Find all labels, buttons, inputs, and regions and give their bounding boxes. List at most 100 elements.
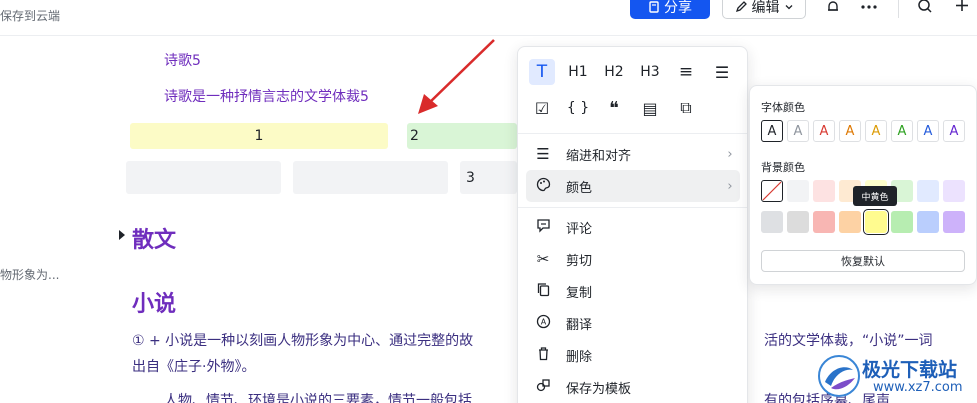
novel-paragraph-1a[interactable]: ① + 小说是一种以刻画人物形象为中心、通过完整的故: [132, 330, 473, 350]
edit-mode-button[interactable]: 编辑: [722, 0, 806, 19]
font-color-swatch[interactable]: A: [813, 120, 835, 142]
heading-novel[interactable]: 小说: [132, 286, 176, 318]
no-background-swatch[interactable]: [761, 180, 783, 202]
background-color-swatch[interactable]: [943, 180, 965, 202]
palette-icon: [526, 177, 560, 196]
format-quote-button[interactable]: ❝: [601, 95, 627, 121]
menu-item-save-template[interactable]: 保存为模板: [526, 371, 740, 403]
share-button[interactable]: 分享: [630, 0, 710, 19]
collapse-triangle-icon[interactable]: [118, 230, 126, 240]
font-color-swatch[interactable]: A: [787, 120, 809, 142]
menu-item-label: 保存为模板: [566, 381, 632, 397]
background-color-title: 背景颜色: [761, 161, 805, 174]
table-cell[interactable]: 1: [130, 123, 388, 149]
top-bar: 保存到云端 分享 编辑: [0, 0, 977, 36]
novel-paragraph-2[interactable]: 出自《庄子·外物》。: [132, 356, 255, 376]
menu-item-delete[interactable]: 删除: [526, 339, 740, 371]
table-cell[interactable]: [126, 161, 281, 194]
background-color-swatch[interactable]: [943, 211, 965, 233]
background-color-swatch[interactable]: [863, 209, 889, 235]
bullet-list-icon: ☰: [714, 62, 730, 82]
callout-icon: ▤: [642, 98, 658, 118]
template-icon: [526, 378, 560, 397]
menu-item-translate[interactable]: A 翻译: [526, 307, 740, 339]
menu-item-label: 复制: [566, 285, 593, 301]
reset-color-button[interactable]: 恢复默认: [761, 250, 965, 272]
share-label: 分享: [664, 0, 692, 16]
watermark-url: www.xz7.com: [873, 380, 963, 395]
font-color-swatch[interactable]: A: [839, 120, 861, 142]
bell-icon[interactable]: [822, 0, 844, 18]
table-cell[interactable]: 3: [460, 161, 517, 194]
scissors-icon: ✂: [536, 250, 550, 268]
format-todo-button[interactable]: ☑: [529, 95, 555, 121]
background-color-swatch[interactable]: [787, 180, 809, 202]
format-code-button[interactable]: { }: [565, 95, 591, 121]
menu-divider: [518, 133, 747, 134]
checkbox-icon: ☑: [534, 98, 550, 118]
h1-icon: H1: [568, 64, 588, 80]
format-ordered-list-button[interactable]: ≡: [673, 59, 699, 85]
format-h3-button[interactable]: H3: [637, 59, 663, 85]
h2-icon: H2: [604, 64, 624, 80]
font-color-swatch[interactable]: A: [891, 120, 913, 142]
background-color-swatch[interactable]: [813, 180, 835, 202]
novel-paragraph-3a[interactable]: 人物、情节、环境是小说的三要素，情节一般包括: [164, 390, 472, 403]
site-watermark: 极光下载站 www.xz7.com: [815, 352, 975, 400]
block-context-menu: T H1 H2 H3 ≡ ☰ ☑ { } ❝ ▤ ⧉ ☰ 缩进和对齐 › 颜色 …: [517, 46, 748, 403]
novel-paragraph-1b[interactable]: 活的文学体裁，“小说”一词: [764, 330, 933, 350]
more-icon[interactable]: [858, 0, 880, 18]
doc-line-poem-desc[interactable]: 诗歌是一种抒情言志的文学体裁5: [164, 86, 369, 106]
save-status: 保存到云端: [0, 9, 61, 23]
search-icon[interactable]: [914, 0, 936, 18]
font-color-swatch[interactable]: A: [917, 120, 939, 142]
format-text-button[interactable]: T: [529, 59, 555, 85]
ordered-list-icon: ≡: [678, 62, 694, 82]
outline-fragment[interactable]: 物形象为...: [0, 266, 59, 283]
format-h2-button[interactable]: H2: [601, 59, 627, 85]
background-color-swatch[interactable]: [891, 211, 913, 233]
font-color-swatch[interactable]: A: [761, 120, 783, 142]
background-color-swatch[interactable]: [917, 211, 939, 233]
annotation-arrow: [418, 39, 495, 114]
table-cell[interactable]: [293, 161, 448, 194]
chevron-down-icon: [785, 4, 792, 9]
background-color-swatch[interactable]: [787, 211, 809, 233]
watermark-title: 极光下载站: [862, 359, 958, 381]
h3-icon: H3: [640, 64, 660, 80]
site-logo-icon: [818, 355, 860, 397]
menu-item-comment[interactable]: 评论: [526, 211, 740, 243]
align-left-icon: ☰: [536, 145, 550, 163]
chevron-right-icon: ›: [727, 178, 733, 194]
format-h1-button[interactable]: H1: [565, 59, 591, 85]
format-bullet-list-button[interactable]: ☰: [709, 59, 735, 85]
menu-divider: [518, 207, 747, 208]
background-color-swatch[interactable]: [761, 211, 783, 233]
doc-icon: [649, 0, 659, 13]
background-color-swatch[interactable]: [917, 180, 939, 202]
translate-icon: A: [526, 314, 560, 333]
background-color-swatch[interactable]: [839, 211, 861, 233]
font-color-swatch[interactable]: A: [865, 120, 887, 142]
font-color-swatch[interactable]: A: [943, 120, 965, 142]
edit-label: 编辑: [751, 0, 780, 16]
format-callout-button[interactable]: ▤: [637, 95, 663, 121]
menu-item-label: 评论: [566, 221, 593, 237]
svg-text:A: A: [540, 317, 546, 326]
code-icon: { }: [566, 100, 590, 116]
heading-prose[interactable]: 散文: [132, 222, 176, 254]
menu-item-copy[interactable]: 复制: [526, 275, 740, 307]
format-sync-block-button[interactable]: ⧉: [673, 95, 699, 121]
menu-item-label: 颜色: [566, 180, 593, 196]
doc-line-poem-title[interactable]: 诗歌5: [164, 50, 201, 70]
menu-item-label: 缩进和对齐: [566, 148, 632, 164]
table-cell[interactable]: 2: [407, 123, 517, 149]
trash-icon: [526, 346, 560, 365]
background-color-swatch[interactable]: [813, 211, 835, 233]
menu-item-cut[interactable]: ✂ 剪切: [526, 243, 740, 275]
menu-item-indent-align[interactable]: ☰ 缩进和对齐 ›: [526, 138, 740, 170]
menu-item-label: 翻译: [566, 317, 593, 333]
menu-item-label: 删除: [566, 349, 593, 365]
menu-item-color[interactable]: 颜色 ›: [526, 170, 740, 202]
plus-icon[interactable]: [951, 0, 973, 18]
